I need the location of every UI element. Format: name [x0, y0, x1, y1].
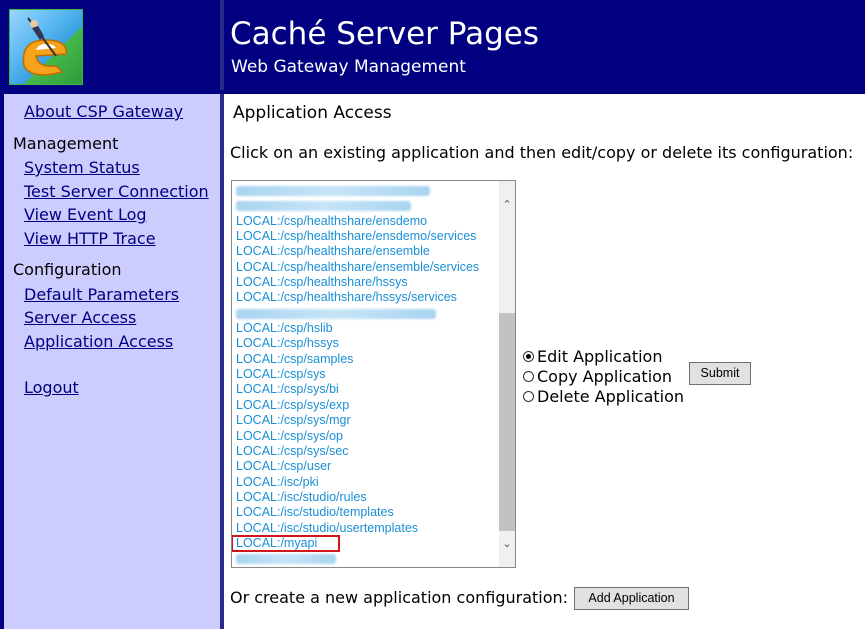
- list-item-redacted[interactable]: [236, 183, 498, 198]
- list-item[interactable]: LOCAL:/csp/healthshare/ensdemo: [236, 214, 498, 229]
- nav-heading-management: Management: [13, 134, 119, 153]
- header-divider: [220, 0, 224, 629]
- list-item-selected[interactable]: LOCAL:/myapi: [232, 534, 340, 553]
- listbox-scrollbar[interactable]: ⌃ ⌄: [499, 181, 515, 567]
- application-list: LOCAL:/csp/healthshare/ensdemo LOCAL:/csp…: [232, 183, 498, 567]
- list-item[interactable]: LOCAL:/csp/sys: [236, 367, 498, 382]
- list-item[interactable]: LOCAL:/csp/samples: [236, 352, 498, 367]
- list-item[interactable]: LOCAL:/csp/healthshare/ensemble: [236, 244, 498, 259]
- sidebar: About CSP Gateway Management System Stat…: [4, 94, 220, 629]
- list-item[interactable]: LOCAL:/csp/sys/op: [236, 429, 498, 444]
- option-edit[interactable]: Edit Application: [523, 346, 684, 366]
- list-item[interactable]: LOCAL:/isc/pki: [236, 475, 498, 490]
- intro-text: Click on an existing application and the…: [230, 143, 854, 162]
- option-copy-label: Copy Application: [537, 366, 673, 386]
- list-item[interactable]: LOCAL:/csp/user: [236, 459, 498, 474]
- list-item-redacted[interactable]: [236, 198, 498, 213]
- nav-link-server-access[interactable]: Server Access: [24, 308, 136, 327]
- action-options: Edit Application Copy Application Delete…: [523, 346, 684, 406]
- list-item[interactable]: LOCAL:/csp/healthshare/hssys: [236, 275, 498, 290]
- nav-heading-configuration: Configuration: [13, 260, 122, 279]
- radio-copy[interactable]: [523, 370, 534, 382]
- radio-edit[interactable]: [523, 350, 534, 362]
- option-edit-label: Edit Application: [537, 346, 663, 366]
- csp-logo-icon: [9, 9, 83, 85]
- radio-delete[interactable]: [523, 390, 534, 402]
- list-item[interactable]: LOCAL:/isc/studio/rules: [236, 490, 498, 505]
- list-item[interactable]: LOCAL:/csp/sys/mgr: [236, 413, 498, 428]
- scroll-down-icon[interactable]: ⌄: [501, 538, 513, 550]
- list-item[interactable]: LOCAL:/isc/studio/usertemplates: [236, 521, 498, 536]
- list-item[interactable]: LOCAL:/csp/healthshare/ensdemo/services: [236, 229, 498, 244]
- list-item[interactable]: LOCAL:/csp/healthshare/hssys/services: [236, 290, 498, 305]
- nav-link-about[interactable]: About CSP Gateway: [24, 102, 183, 121]
- section-title: Application Access: [233, 103, 392, 123]
- list-item-redacted[interactable]: [236, 551, 498, 566]
- list-item[interactable]: LOCAL:/csp/sys/exp: [236, 398, 498, 413]
- list-item[interactable]: LOCAL:/csp/sys/bi: [236, 382, 498, 397]
- create-text: Or create a new application configuratio…: [230, 588, 569, 607]
- nav-link-application-access[interactable]: Application Access: [24, 332, 173, 351]
- list-item[interactable]: LOCAL:/csp/hslib: [236, 321, 498, 336]
- option-copy[interactable]: Copy Application: [523, 366, 684, 386]
- scrollbar-thumb[interactable]: [499, 313, 515, 531]
- scroll-up-icon[interactable]: ⌃: [501, 199, 513, 211]
- nav-link-default-parameters[interactable]: Default Parameters: [24, 285, 179, 304]
- list-item[interactable]: LOCAL:/csp/healthshare/ensemble/services: [236, 260, 498, 275]
- list-item[interactable]: LOCAL:/csp/hssys: [236, 336, 498, 351]
- submit-button[interactable]: Submit: [689, 362, 751, 385]
- page-subtitle: Web Gateway Management: [231, 57, 466, 77]
- header-left-band: [0, 0, 220, 90]
- page-title: Caché Server Pages: [230, 16, 539, 52]
- add-application-button[interactable]: Add Application: [574, 587, 689, 610]
- list-item-redacted[interactable]: [236, 306, 498, 321]
- nav-link-view-event-log[interactable]: View Event Log: [24, 205, 147, 224]
- option-delete[interactable]: Delete Application: [523, 386, 684, 406]
- nav-link-system-status[interactable]: System Status: [24, 158, 140, 177]
- option-delete-label: Delete Application: [537, 386, 685, 406]
- nav-link-view-http-trace[interactable]: View HTTP Trace: [24, 229, 156, 248]
- list-item[interactable]: LOCAL:/csp/sys/sec: [236, 444, 498, 459]
- list-item[interactable]: LOCAL:/isc/studio/templates: [236, 505, 498, 520]
- nav-link-logout[interactable]: Logout: [24, 378, 79, 397]
- application-listbox[interactable]: LOCAL:/csp/healthshare/ensdemo LOCAL:/csp…: [231, 180, 516, 568]
- nav-link-test-server-connection[interactable]: Test Server Connection: [24, 182, 209, 201]
